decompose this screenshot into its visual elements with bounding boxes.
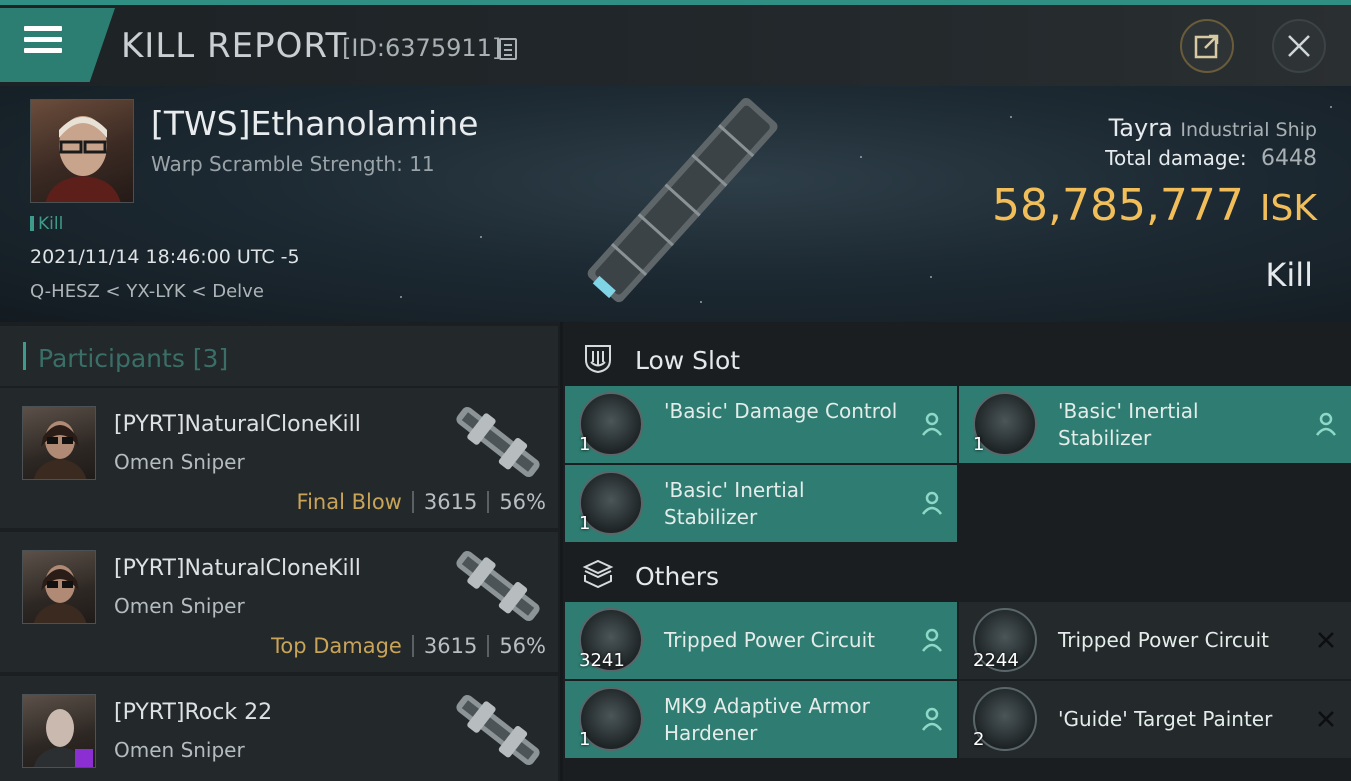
total-damage-line: Total damage: 6448 bbox=[1105, 146, 1317, 171]
participant-damage: 3615 bbox=[423, 490, 478, 514]
participant-avatar bbox=[22, 694, 96, 768]
victim-avatar[interactable] bbox=[30, 99, 134, 203]
participant-ship-image bbox=[456, 406, 540, 478]
result-label: Kill bbox=[1265, 256, 1313, 294]
ship-name[interactable]: Tayra bbox=[1109, 114, 1173, 142]
item-name: Tripped Power Circuit bbox=[664, 628, 876, 652]
item-name: Tripped Power Circuit bbox=[1058, 628, 1270, 652]
share-icon bbox=[1194, 34, 1219, 59]
fit-item[interactable]: 3241 Tripped Power Circuit bbox=[565, 602, 957, 679]
participant-row[interactable]: [PYRT]NaturalCloneKill Omen Sniper Top D… bbox=[0, 532, 558, 672]
fit-item[interactable]: 1 'Basic' Damage Control bbox=[565, 386, 957, 463]
report-id: [ID:6375911] bbox=[342, 34, 502, 62]
item-quantity: 1 bbox=[579, 434, 591, 455]
share-button[interactable] bbox=[1180, 19, 1234, 73]
person-icon bbox=[922, 412, 942, 436]
kill-timestamp: 2021/11/14 18:46:00 UTC -5 bbox=[30, 246, 300, 268]
participant-damage: 3615 bbox=[423, 634, 478, 658]
fit-item[interactable]: 2244 Tripped Power Circuit bbox=[959, 602, 1351, 679]
participant-row[interactable]: [PYRT]Rock 22 Omen Sniper bbox=[0, 676, 558, 781]
victim-banner: [TWS]Ethanolamine Warp Scramble Strength… bbox=[0, 86, 1351, 322]
kill-location[interactable]: Q-HESZ < YX-LYK < Delve bbox=[30, 281, 264, 302]
item-name: 'Guide' Target Painter bbox=[1058, 707, 1273, 731]
victim-ship-image bbox=[587, 97, 778, 303]
item-name: 'Basic' Inertial Stabilizer bbox=[1058, 399, 1199, 450]
close-button[interactable] bbox=[1272, 19, 1326, 73]
participant-stats: Top Damage 3615 56% bbox=[271, 634, 546, 658]
total-damage-label: Total damage: bbox=[1105, 146, 1247, 170]
ship-class: Industrial Ship bbox=[1180, 119, 1317, 141]
item-quantity: 1 bbox=[579, 513, 591, 534]
participant-name[interactable]: [PYRT]Rock 22 bbox=[114, 700, 272, 725]
participants-panel: Participants [3] [PYRT]NaturalCloneKill … bbox=[0, 322, 560, 781]
participant-ship: Omen Sniper bbox=[114, 594, 245, 618]
victim-portrait-image bbox=[45, 116, 121, 202]
kill-tag: Kill bbox=[30, 214, 63, 234]
participants-header: Participants [3] bbox=[0, 326, 558, 386]
item-quantity: 2 bbox=[973, 729, 985, 750]
final-blow-tag: Final Blow bbox=[296, 490, 402, 514]
participant-ship: Omen Sniper bbox=[114, 738, 245, 762]
fit-item[interactable]: 1 'Basic' Inertial Stabilizer bbox=[565, 465, 957, 542]
participant-avatar bbox=[22, 550, 96, 624]
x-icon bbox=[1318, 711, 1334, 727]
others-header: Others bbox=[563, 542, 1351, 606]
menu-icon[interactable] bbox=[24, 26, 62, 58]
participant-stats: Final Blow 3615 56% bbox=[297, 490, 546, 514]
fit-item[interactable]: 2 'Guide' Target Painter bbox=[959, 681, 1351, 758]
participant-name[interactable]: [PYRT]NaturalCloneKill bbox=[114, 556, 361, 581]
item-quantity: 1 bbox=[973, 434, 985, 455]
item-name: MK9 Adaptive Armor Hardener bbox=[664, 694, 870, 745]
person-icon bbox=[922, 491, 942, 515]
item-quantity: 2244 bbox=[973, 650, 1019, 671]
participant-ship-image bbox=[456, 550, 540, 622]
isk-value: 58,785,777 bbox=[991, 180, 1244, 231]
copy-icon[interactable] bbox=[499, 38, 517, 60]
others-title: Others bbox=[635, 562, 720, 591]
page-title: KILL REPORT bbox=[121, 26, 348, 66]
victim-name[interactable]: [TWS]Ethanolamine bbox=[151, 104, 478, 143]
warp-scramble-strength: Warp Scramble Strength: 11 bbox=[151, 152, 435, 176]
cube-icon bbox=[582, 559, 614, 589]
participant-avatar bbox=[22, 406, 96, 480]
participant-row[interactable]: [PYRT]NaturalCloneKill Omen Sniper Final… bbox=[0, 388, 558, 528]
item-name: 'Basic' Damage Control bbox=[664, 399, 898, 423]
isk-value-line: 58,785,777 ISK bbox=[992, 180, 1317, 231]
participant-damage-percent: 56% bbox=[499, 634, 546, 658]
isk-unit: ISK bbox=[1259, 188, 1317, 229]
accent-line bbox=[0, 0, 1351, 5]
item-quantity: 3241 bbox=[579, 650, 625, 671]
person-icon bbox=[922, 707, 942, 731]
top-damage-tag: Top Damage bbox=[271, 634, 402, 658]
x-icon bbox=[1318, 632, 1334, 648]
participant-ship-image bbox=[456, 694, 540, 766]
close-icon bbox=[1288, 35, 1310, 57]
participant-name[interactable]: [PYRT]NaturalCloneKill bbox=[114, 412, 361, 437]
section-accent-bar bbox=[23, 342, 26, 370]
fit-item[interactable]: 1 MK9 Adaptive Armor Hardener bbox=[565, 681, 957, 758]
low-slot-title: Low Slot bbox=[635, 346, 741, 375]
person-icon bbox=[1316, 412, 1336, 436]
top-bar: KILL REPORT [ID:6375911] bbox=[0, 0, 1351, 86]
participant-damage-percent: 56% bbox=[499, 490, 546, 514]
item-quantity: 1 bbox=[579, 729, 591, 750]
fit-item[interactable]: 1 'Basic' Inertial Stabilizer bbox=[959, 386, 1351, 463]
total-damage-value: 6448 bbox=[1261, 146, 1317, 171]
participant-ship: Omen Sniper bbox=[114, 450, 245, 474]
item-name: 'Basic' Inertial Stabilizer bbox=[664, 478, 805, 529]
person-icon bbox=[922, 628, 942, 652]
participants-title: Participants [3] bbox=[38, 344, 229, 373]
fitting-panel: Low Slot 1 'Basic' Damage Control 1 'Bas… bbox=[563, 322, 1351, 781]
low-slot-header: Low Slot bbox=[563, 326, 1351, 390]
ship-name-line: Tayra Industrial Ship bbox=[1109, 114, 1317, 142]
low-slot-icon bbox=[585, 345, 611, 374]
